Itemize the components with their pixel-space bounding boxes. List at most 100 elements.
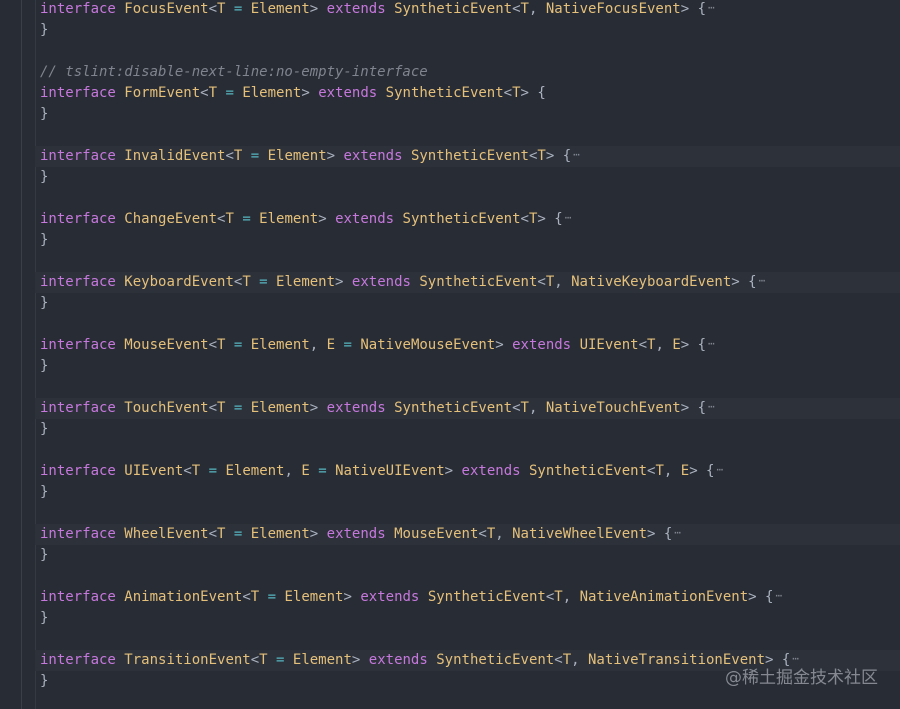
interface-declaration-line[interactable]: interface WheelEvent<T = Element> extend… (35, 524, 900, 545)
close-brace: } (40, 22, 49, 38)
extends-keyword: extends (343, 148, 403, 164)
fold-ellipsis-icon[interactable]: ⋯ (708, 337, 715, 350)
type-token: E (292, 463, 319, 479)
code-close-brace-line[interactable]: } (40, 608, 48, 629)
interface-declaration-line[interactable]: interface ChangeEvent<T = Element> exten… (40, 209, 571, 230)
code-close-brace-line[interactable]: } (40, 482, 48, 503)
fold-ellipsis-icon[interactable]: ⋯ (565, 211, 572, 224)
operator: = (343, 337, 352, 353)
punctuation: < (638, 337, 648, 353)
extends-keyword: extends (360, 589, 420, 605)
type-token: NativeTouchEvent (537, 400, 681, 416)
fold-ellipsis-icon[interactable]: ⋯ (708, 1, 715, 14)
generic-params: <T = Element> (242, 589, 352, 605)
code-close-brace-line[interactable]: } (40, 20, 48, 41)
operator: = (208, 463, 218, 479)
fold-ellipsis-icon[interactable]: ⋯ (573, 148, 580, 161)
punctuation: > (731, 274, 740, 290)
type-token: T (217, 337, 234, 353)
type-token: T (217, 400, 234, 416)
interface-keyword: interface (40, 526, 116, 542)
generic-params: <T = Element, E = NativeUIEvent> (183, 463, 453, 479)
extends-keyword: extends (351, 274, 411, 290)
punctuation: , (562, 589, 572, 605)
fold-ellipsis-icon[interactable]: ⋯ (674, 526, 681, 539)
extends-keyword: extends (326, 526, 386, 542)
interface-declaration-line[interactable]: interface UIEvent<T = Element, E = Nativ… (40, 461, 723, 482)
interface-name: ChangeEvent (124, 211, 218, 227)
interface-keyword: interface (40, 85, 116, 101)
base-type: MouseEvent<T, NativeWheelEvent> (394, 526, 655, 542)
punctuation: , (495, 526, 504, 542)
code-close-brace-line[interactable]: } (40, 545, 48, 566)
interface-declaration-line[interactable]: interface TouchEvent<T = Element> extend… (35, 398, 900, 419)
type-token: Element (250, 211, 319, 227)
open-brace: { (655, 526, 673, 542)
fold-ellipsis-icon[interactable]: ⋯ (759, 274, 766, 287)
code-close-brace-line[interactable]: } (40, 167, 48, 188)
open-brace: { (689, 337, 707, 353)
type-token: SyntheticEvent (427, 589, 546, 605)
operator: = (259, 274, 268, 290)
punctuation: > (309, 1, 319, 17)
close-brace: } (40, 295, 49, 311)
type-token: SyntheticEvent (394, 400, 513, 416)
interface-declaration-line[interactable]: interface MouseEvent<T = Element, E = Na… (40, 335, 715, 356)
code-comment-line[interactable]: // tslint:disable-next-line:no-empty-int… (40, 62, 428, 83)
interface-declaration-line[interactable]: interface FormEvent<T = Element> extends… (40, 83, 546, 104)
type-token: NativeWheelEvent (503, 526, 647, 542)
type-token: Element (233, 85, 302, 101)
generic-params: <T = Element> (209, 526, 319, 542)
type-token: T (554, 589, 563, 605)
code-close-brace-line[interactable]: } (40, 230, 48, 251)
interface-declaration-line[interactable]: interface KeyboardEvent<T = Element> ext… (35, 272, 900, 293)
code-close-brace-line[interactable]: } (40, 104, 48, 125)
punctuation: > (309, 526, 319, 542)
type-token: T (250, 589, 268, 605)
close-brace: } (40, 673, 49, 689)
base-type: SyntheticEvent<T, NativeAnimationEvent> (428, 589, 757, 605)
generic-params: <T = Element> (251, 652, 361, 668)
type-token: T (217, 526, 234, 542)
punctuation: < (208, 337, 218, 353)
interface-declaration-line[interactable]: interface InvalidEvent<T = Element> exte… (35, 146, 900, 167)
code-close-brace-line[interactable]: } (40, 293, 48, 314)
interface-declaration-line[interactable]: interface AnimationEvent<T = Element> ex… (40, 587, 782, 608)
fold-ellipsis-icon[interactable]: ⋯ (775, 589, 782, 602)
extends-keyword: extends (512, 337, 572, 353)
fold-ellipsis-icon[interactable]: ⋯ (708, 400, 715, 413)
code-close-brace-line[interactable]: } (40, 671, 48, 692)
base-type: SyntheticEvent<T, E> (529, 463, 698, 479)
type-token: Element (242, 526, 310, 542)
fold-ellipsis-icon[interactable]: ⋯ (716, 463, 723, 476)
type-token: NativeKeyboardEvent (562, 274, 732, 290)
interface-keyword: interface (40, 652, 116, 668)
code-close-brace-line[interactable]: } (40, 356, 48, 377)
type-token: T (217, 1, 234, 17)
type-token: SyntheticEvent (385, 85, 504, 101)
base-type: SyntheticEvent<T> (411, 148, 554, 164)
generic-params: <T = Element> (200, 85, 310, 101)
punctuation: , (309, 337, 319, 353)
open-brace: { (697, 463, 715, 479)
interface-name: WheelEvent (124, 526, 209, 542)
punctuation: < (208, 526, 218, 542)
type-token: Element (242, 400, 310, 416)
generic-params: <T = Element> (209, 400, 319, 416)
code-close-brace-line[interactable]: } (40, 419, 48, 440)
code-editor[interactable]: interface FocusEvent<T = Element> extend… (0, 0, 900, 709)
base-type: SyntheticEvent<T> (403, 211, 546, 227)
interface-declaration-line[interactable]: interface FocusEvent<T = Element> extend… (40, 0, 715, 20)
interface-name: MouseEvent (124, 337, 209, 353)
watermark: @稀土掘金技术社区 (725, 668, 878, 688)
